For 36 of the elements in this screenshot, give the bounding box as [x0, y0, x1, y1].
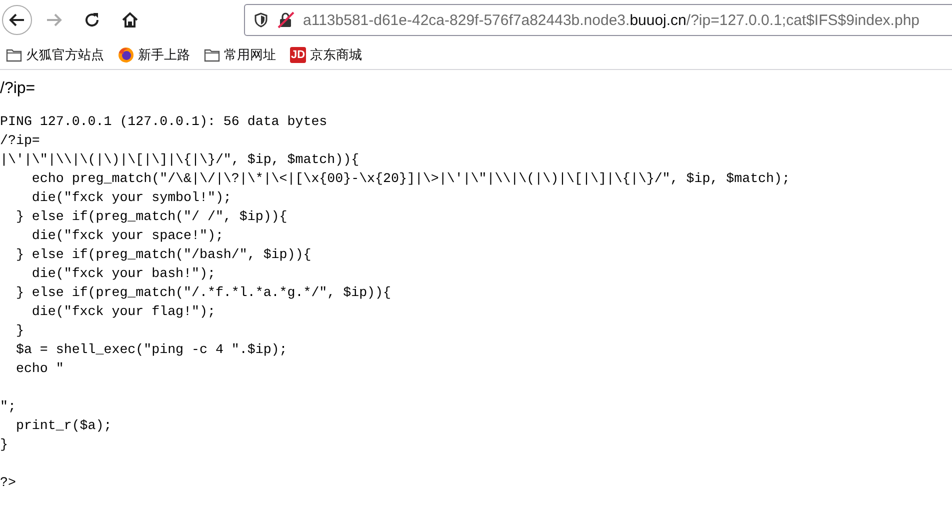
folder-icon: [204, 48, 220, 62]
code-line: $a = shell_exec("ping -c 4 ".$ip);: [14, 341, 288, 359]
code-line: die("fxck your bash!");: [30, 265, 216, 283]
code-line: echo ": [14, 360, 64, 378]
back-button[interactable]: [2, 5, 32, 35]
back-icon: [8, 11, 26, 29]
code-line: |\'|\"|\\|\(|\)|\[|\]|\{|\}/", $ip, $match)){: [0, 151, 360, 169]
code-line: print_r($a);: [14, 417, 112, 435]
code-line: ";: [0, 398, 16, 416]
code-line: /?ip=: [0, 132, 40, 150]
bookmark-item[interactable]: JD 京东商城: [288, 44, 364, 66]
badge-icon: JD: [290, 46, 306, 62]
code-line: PING 127.0.0.1 (127.0.0.1): 56 data bytes: [0, 113, 328, 131]
bookmark-item[interactable]: 新手上路: [116, 44, 192, 66]
reload-icon: [83, 11, 101, 29]
code-line: die("fxck your space!");: [30, 227, 224, 245]
code-line: die("fxck your flag!");: [30, 303, 216, 321]
address-bar[interactable]: a113b581-d61e-42ca-829f-576f7a82443b.node3.buuoj.cn/?ip=127.0.0.1;cat$IFS$9index.php: [244, 4, 952, 36]
code-line: } else if(preg_match("/ /", $ip)){: [14, 208, 288, 226]
url-text: a113b581-d61e-42ca-829f-576f7a82443b.node3.buuoj.cn/?ip=127.0.0.1;cat$IFS$9index.php: [303, 12, 920, 28]
forward-icon: [45, 11, 63, 29]
page-heading: /?ip=: [0, 80, 36, 98]
code-line: }: [14, 322, 24, 340]
shield-icon: [253, 12, 269, 28]
home-icon: [121, 11, 139, 29]
bookmark-item[interactable]: 火狐官方站点: [4, 44, 106, 66]
bookmark-item[interactable]: 常用网址: [202, 44, 278, 66]
code-line: ?>: [0, 474, 16, 492]
browser-logo-icon: [118, 46, 134, 62]
folder-icon: [6, 48, 22, 62]
code-line: } else if(preg_match("/.*f.*l.*a.*g.*/", $ip)){: [14, 284, 391, 302]
code-line: }: [0, 436, 8, 454]
code-line: echo preg_match("/\&|\/|\?|\*|\<|[\x{00}-\x{20}]|\>|\'|\"|\\|\(|\)|\[|\]|\{|\}/", $ip, $match);: [30, 170, 790, 188]
code-line: } else if(preg_match("/bash/", $ip)){: [14, 246, 312, 264]
code-line: die("fxck your symbol!");: [30, 189, 232, 207]
insecure-lock-icon: [277, 11, 295, 29]
